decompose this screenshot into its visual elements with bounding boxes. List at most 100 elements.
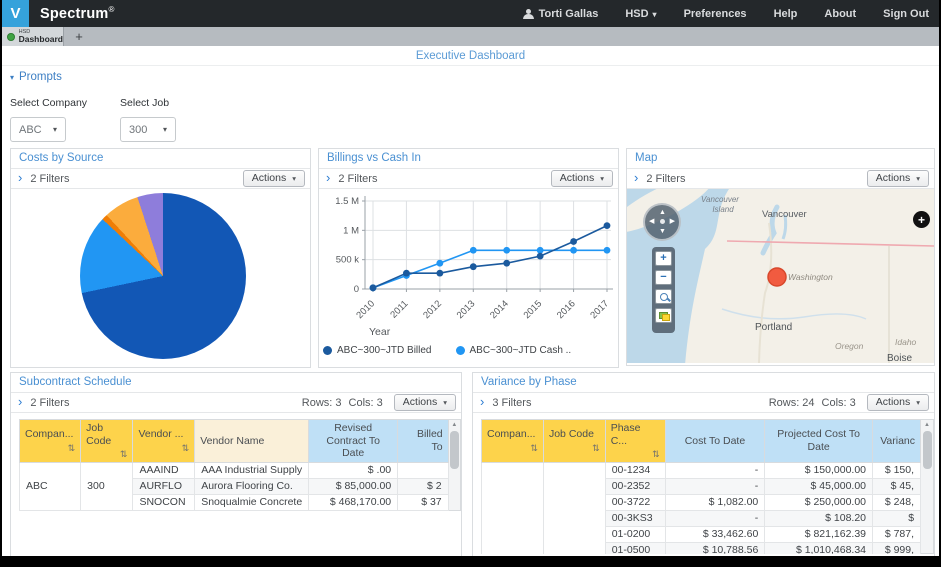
costs-pie-chart[interactable] (80, 193, 246, 359)
menu-about[interactable]: About (824, 8, 856, 20)
scroll-up-icon[interactable]: ▲ (451, 420, 457, 428)
table-cell[interactable]: 01-0500 (604, 541, 666, 554)
column-header[interactable]: Job Code ⇅ (542, 419, 606, 463)
table-scrollbar[interactable]: ▲ (921, 419, 934, 554)
map-pan-control[interactable]: ▲ ▼ ◀ ▶ (643, 203, 681, 241)
prompts-toggle[interactable]: ▾ Prompts (10, 71, 176, 83)
viewpoint-logo[interactable]: V (2, 0, 29, 27)
column-header[interactable]: Compan... ⇅ (19, 419, 82, 463)
column-header[interactable]: Compan... ⇅ (481, 419, 544, 463)
table-cell[interactable]: 00-2352 (604, 477, 666, 495)
table-cell[interactable] (397, 461, 449, 479)
table-cell[interactable]: $ 33,462.60 (664, 525, 766, 543)
table-cell[interactable]: $ 45, (872, 477, 922, 495)
pan-center-icon[interactable] (660, 219, 665, 224)
table-cell[interactable]: SNOCON (132, 493, 196, 511)
expand-filters-icon[interactable]: › (18, 395, 22, 408)
sort-icon[interactable]: ⇅ (182, 443, 190, 454)
map-canvas[interactable]: Vancouver Island Vancouver Washington Po… (627, 189, 934, 363)
table-cell[interactable]: 00-3722 (604, 493, 666, 511)
table-row[interactable]: 00-1234- $ 150,000.00 $ 150, (481, 461, 922, 554)
sort-icon[interactable]: ⇅ (120, 449, 128, 460)
billings-line-chart[interactable]: 0 500 k 1 M 1.5 M 2010 2011 2012 2013 2014 2015 20… (319, 189, 618, 327)
table-cell[interactable]: ABC (19, 461, 82, 511)
table-cell[interactable]: $ 1,082.00 (664, 493, 766, 511)
pan-left-icon[interactable]: ◀ (649, 218, 654, 225)
pan-down-icon[interactable]: ▼ (659, 228, 666, 235)
table-cell[interactable]: - (664, 461, 766, 479)
svg-text:2014: 2014 (488, 298, 511, 321)
table-cell[interactable]: $ 37 (397, 493, 449, 511)
layers-button[interactable] (655, 308, 672, 323)
expand-filters-icon[interactable]: › (326, 171, 330, 184)
table-cell[interactable]: $ 248, (872, 493, 922, 511)
scroll-up-icon[interactable]: ▲ (924, 420, 930, 428)
table-cell[interactable] (481, 461, 544, 554)
column-header[interactable]: Job Code ⇅ (80, 419, 134, 463)
menu-help[interactable]: Help (774, 8, 798, 20)
table-cell[interactable]: $ 250,000.00 (764, 493, 874, 511)
sort-icon[interactable]: ⇅ (592, 443, 600, 454)
sort-icon[interactable]: ⇅ (68, 443, 76, 454)
user-menu[interactable]: Torti Gallas (522, 8, 598, 20)
map-expand-button[interactable]: + (913, 211, 930, 228)
column-header[interactable]: Vendor ... ⇅ (132, 419, 196, 463)
expand-filters-icon[interactable]: › (18, 171, 22, 184)
actions-button[interactable]: Actions ▾ (242, 170, 305, 187)
sort-icon[interactable]: ⇅ (530, 443, 538, 454)
table-cell[interactable]: $ 999, (872, 541, 922, 554)
table-row[interactable]: ABC 300 AAAIND AAA Industrial Supply $ .00 (19, 461, 449, 511)
table-cell[interactable]: $ 108.20 (764, 509, 874, 527)
column-header[interactable]: Phase C... ⇅ (604, 419, 666, 463)
table-cell[interactable]: Aurora Flooring Co. (194, 477, 310, 495)
table-cell[interactable]: $ 85,000.00 (308, 477, 399, 495)
table-cell[interactable]: 01-0200 (604, 525, 666, 543)
table-cell[interactable]: $ (872, 509, 922, 527)
actions-button[interactable]: Actions ▾ (550, 170, 613, 187)
table-cell[interactable]: $ 150, (872, 461, 922, 479)
table-cell[interactable]: AAAIND (132, 461, 196, 479)
expand-filters-icon[interactable]: › (480, 395, 484, 408)
actions-button[interactable]: Actions ▾ (866, 394, 929, 411)
new-tab-button[interactable]: + (64, 27, 94, 46)
table-cell[interactable]: $ 150,000.00 (764, 461, 874, 479)
scrollbar-thumb[interactable] (922, 431, 932, 469)
table-scrollbar[interactable]: ▲ (448, 419, 461, 511)
table-cell[interactable]: $ 468,170.00 (308, 493, 399, 511)
table-cell[interactable]: Snoqualmie Concrete (194, 493, 310, 511)
table-cell[interactable]: - (664, 477, 766, 495)
menu-sign-out[interactable]: Sign Out (883, 8, 929, 20)
select-company-dropdown[interactable]: ABC ▾ (10, 117, 66, 142)
table-cell[interactable]: 00-1234 (604, 461, 666, 479)
table-cell[interactable]: AURFLO (132, 477, 196, 495)
tab-dashboard[interactable]: HSD Dashboard (2, 27, 64, 46)
select-job-dropdown[interactable]: 300 ▾ (120, 117, 177, 142)
scrollbar-thumb[interactable] (449, 431, 459, 469)
pan-right-icon[interactable]: ▶ (670, 218, 675, 225)
zoom-out-button[interactable]: − (655, 270, 672, 285)
pan-up-icon[interactable]: ▲ (659, 209, 666, 216)
legend-item[interactable]: ABC~300~JTD Cash .. (455, 345, 571, 356)
table-cell[interactable]: - (664, 509, 766, 527)
zoom-in-button[interactable]: + (655, 251, 672, 266)
map-marker[interactable] (767, 267, 787, 287)
expand-filters-icon[interactable]: › (634, 171, 638, 184)
menu-hsd[interactable]: HSD ▾ (625, 8, 656, 20)
table-cell[interactable]: $ 10,788.56 (664, 541, 766, 554)
actions-button[interactable]: Actions ▾ (866, 170, 929, 187)
table-cell[interactable]: $ 2 (397, 477, 449, 495)
table-cell[interactable]: AAA Industrial Supply (194, 461, 310, 479)
sort-icon[interactable]: ⇅ (652, 449, 660, 460)
table-cell[interactable]: $ 821,162.39 (764, 525, 874, 543)
actions-button[interactable]: Actions ▾ (393, 394, 456, 411)
table-cell[interactable]: $ 45,000.00 (764, 477, 874, 495)
legend-item[interactable]: ABC~300~JTD Billed (323, 345, 432, 356)
table-cell[interactable]: 00-3KS3 (604, 509, 666, 527)
zoom-extent-button[interactable] (655, 289, 672, 304)
table-cell[interactable]: $ 1,010,468.34 (764, 541, 874, 554)
table-cell[interactable]: $ .00 (308, 461, 399, 479)
menu-preferences[interactable]: Preferences (684, 8, 747, 20)
table-cell[interactable]: $ 787, (872, 525, 922, 543)
table-cell[interactable]: 300 (80, 461, 134, 511)
table-cell[interactable] (542, 461, 606, 554)
